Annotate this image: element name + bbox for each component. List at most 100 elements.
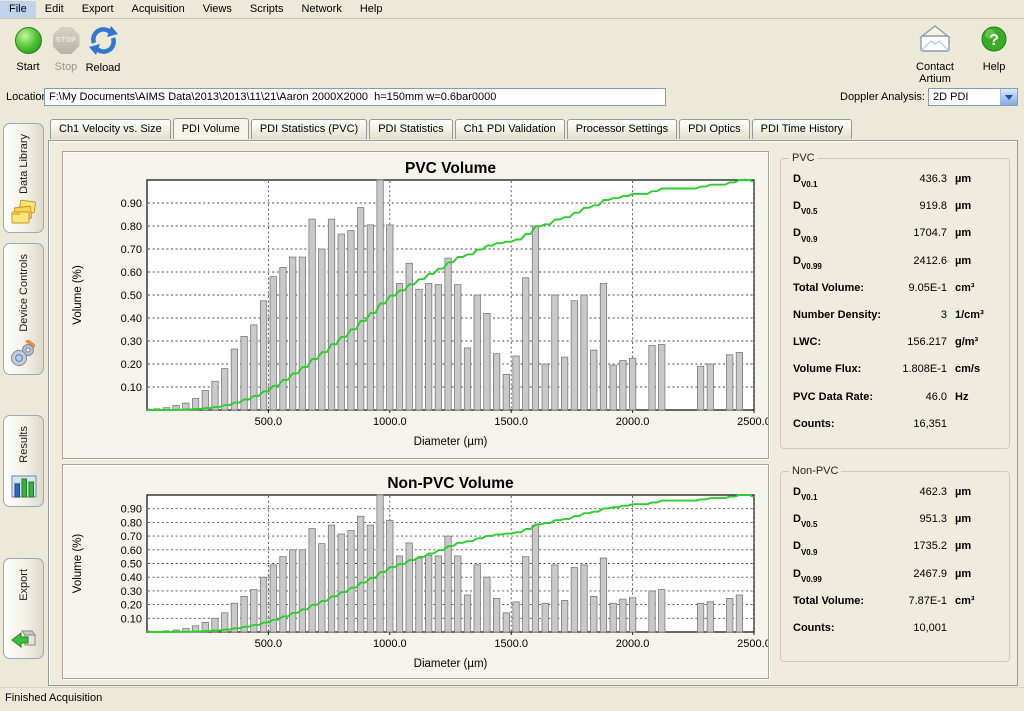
stat-unit: g/m³: [955, 336, 999, 348]
svg-text:0.50: 0.50: [121, 290, 142, 302]
svg-text:0.60: 0.60: [121, 545, 142, 557]
x-axis-label: Diameter (µm): [414, 658, 488, 670]
stat-row: Volume Flux:1.808E-1cm/s: [793, 363, 999, 390]
stat-label: Number Density:: [793, 309, 899, 321]
sidebar-item-results[interactable]: Results: [3, 415, 44, 507]
svg-text:0.40: 0.40: [121, 572, 142, 584]
stat-value: 1.808E-1: [899, 363, 955, 375]
stat-label: DV0.99: [793, 255, 899, 269]
sidebar-item-device-controls[interactable]: Device Controls: [3, 243, 44, 375]
tab-ch1-velocity-vs-size[interactable]: Ch1 Velocity vs. Size: [50, 119, 171, 139]
gears-icon: [10, 340, 38, 368]
stat-value: 7.87E-1: [899, 595, 955, 607]
menu-item-network[interactable]: Network: [292, 1, 350, 18]
tab-pdi-statistics[interactable]: PDI Statistics: [369, 119, 452, 139]
menu-item-scripts[interactable]: Scripts: [241, 1, 293, 18]
stat-row: DV0.1436.3µm: [793, 173, 999, 200]
stat-unit: Hz: [955, 391, 999, 403]
non-pvc-groupbox-title: Non-PVC: [789, 465, 841, 477]
svg-text:1500.0: 1500.0: [494, 638, 528, 650]
status-text: Finished Acquisition: [5, 692, 102, 704]
stat-label: Total Volume:: [793, 282, 899, 294]
menu-item-edit[interactable]: Edit: [36, 1, 73, 18]
stat-value: 951.3: [899, 513, 955, 525]
help-button-label: Help: [971, 61, 1017, 73]
menu-item-help[interactable]: Help: [351, 1, 392, 18]
stat-row: Total Volume:7.87E-1cm³: [793, 595, 999, 622]
svg-text:0.80: 0.80: [121, 221, 142, 233]
start-icon: [15, 27, 42, 54]
stat-value: 16,351: [899, 418, 955, 430]
sidebar-item-label: Data Library: [18, 134, 30, 194]
reload-button[interactable]: Reload: [80, 24, 126, 74]
stat-row: DV0.992412.6µm: [793, 255, 999, 282]
stat-value: 3: [899, 309, 955, 321]
stat-unit: µm: [955, 513, 999, 525]
tab-processor-settings[interactable]: Processor Settings: [567, 119, 677, 139]
stat-label: DV0.99: [793, 568, 899, 582]
combo-dropdown-button[interactable]: [1000, 89, 1017, 105]
sidebar-item-data-library[interactable]: Data Library: [3, 123, 44, 233]
contact-artium-button[interactable]: Contact Artium: [900, 24, 970, 85]
svg-text:0.70: 0.70: [121, 531, 142, 543]
location-row: Location: Doppler Analysis: 2D PDI: [0, 86, 1024, 110]
svg-text:0.20: 0.20: [121, 359, 142, 371]
stat-value: 2412.6: [899, 255, 955, 267]
svg-text:1000.0: 1000.0: [373, 416, 407, 428]
tab-ch1-pdi-validation[interactable]: Ch1 PDI Validation: [455, 119, 565, 139]
stat-row: Counts:10,001: [793, 622, 999, 649]
y-axis-label: Volume (%): [72, 265, 84, 325]
reload-icon: [87, 24, 119, 58]
pvc-volume-chart: 0.100.200.300.400.500.600.700.800.90500.…: [63, 152, 768, 458]
svg-text:1500.0: 1500.0: [494, 416, 528, 428]
sidebar-item-label: Results: [18, 426, 30, 463]
stat-row: LWC:156.217g/m³: [793, 336, 999, 363]
svg-text:2500.0: 2500.0: [737, 638, 768, 650]
location-field[interactable]: [44, 88, 666, 106]
reload-button-label: Reload: [80, 62, 126, 74]
stat-unit: µm: [955, 540, 999, 552]
tab-pdi-time-history[interactable]: PDI Time History: [752, 119, 853, 139]
menu-bar: FileEditExportAcquisitionViewsScriptsNet…: [0, 0, 1024, 19]
menu-item-acquisition[interactable]: Acquisition: [123, 1, 194, 18]
stat-label: LWC:: [793, 336, 899, 348]
stat-unit: 1/cm³: [955, 309, 999, 321]
chevron-down-icon: [1005, 95, 1013, 100]
stat-unit: µm: [955, 173, 999, 185]
svg-text:?: ?: [989, 32, 999, 49]
stat-value: 46.0: [899, 391, 955, 403]
svg-text:500.0: 500.0: [255, 638, 283, 650]
stop-icon: STOP: [53, 27, 80, 54]
non-pvc-volume-chart-panel: 0.100.200.300.400.500.600.700.800.90500.…: [62, 464, 769, 679]
svg-text:0.10: 0.10: [121, 613, 142, 625]
tab-pdi-statistics-pvc-[interactable]: PDI Statistics (PVC): [251, 119, 367, 139]
help-icon: ?: [980, 24, 1008, 58]
menu-item-export[interactable]: Export: [73, 1, 123, 18]
menu-item-views[interactable]: Views: [194, 1, 241, 18]
menu-item-file[interactable]: File: [0, 1, 36, 18]
svg-text:0.30: 0.30: [121, 586, 142, 598]
stat-value: 10,001: [899, 622, 955, 634]
svg-text:0.50: 0.50: [121, 559, 142, 571]
export-arrow-icon: [10, 624, 38, 652]
doppler-analysis-label: Doppler Analysis:: [840, 91, 925, 103]
tab-pdi-optics[interactable]: PDI Optics: [679, 119, 750, 139]
x-axis-label: Diameter (µm): [414, 436, 488, 448]
stat-row: DV0.992467.9µm: [793, 568, 999, 595]
stat-value: 156.217: [899, 336, 955, 348]
stat-label: DV0.5: [793, 513, 899, 527]
stat-row: DV0.5919.8µm: [793, 200, 999, 227]
stat-row: DV0.91735.2µm: [793, 540, 999, 567]
stat-label: Counts:: [793, 418, 899, 430]
pvc-groupbox-title: PVC: [789, 152, 818, 164]
pvc-volume-chart-panel: 0.100.200.300.400.500.600.700.800.90500.…: [62, 151, 769, 459]
tab-pdi-volume[interactable]: PDI Volume: [173, 118, 249, 139]
stat-row: Total Volume:9.05E-1cm³: [793, 282, 999, 309]
stat-label: PVC Data Rate:: [793, 391, 899, 403]
svg-text:2000.0: 2000.0: [616, 416, 650, 428]
stat-row: Number Density:31/cm³: [793, 309, 999, 336]
stat-label: DV0.9: [793, 227, 899, 241]
doppler-analysis-select[interactable]: 2D PDI: [928, 88, 1018, 106]
sidebar-item-export[interactable]: Export: [3, 558, 44, 659]
help-button[interactable]: ? Help: [971, 24, 1017, 73]
